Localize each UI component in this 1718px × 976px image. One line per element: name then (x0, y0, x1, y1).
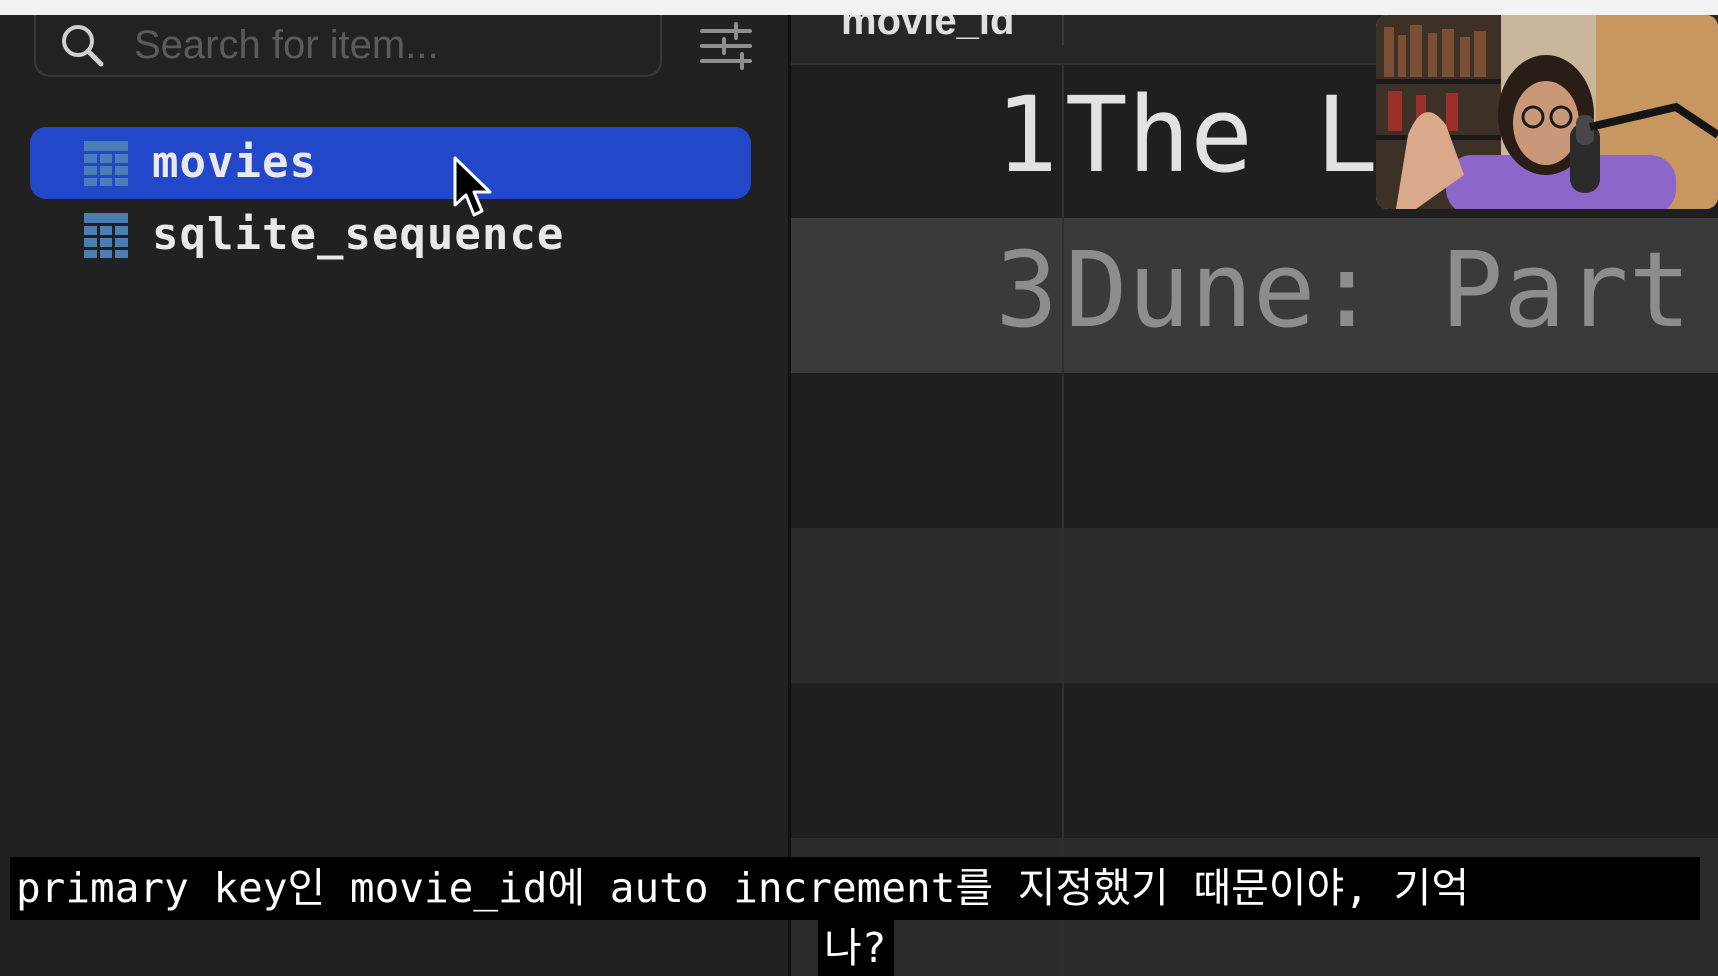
sidebar-item-label: sqlite_sequence (152, 209, 565, 260)
sidebar: movies sqlite_sequence (0, 15, 788, 976)
webcam-overlay (1376, 15, 1718, 209)
sidebar-item-label: movies (152, 137, 317, 188)
search-icon (62, 25, 104, 67)
table-row[interactable]: 3 Dune: Part (791, 218, 1718, 373)
cell-movie-id[interactable]: 1 (995, 83, 1058, 187)
table-icon (84, 213, 128, 258)
subtitle-line-2: 나? (818, 920, 894, 976)
filter-sliders-icon[interactable] (698, 19, 754, 73)
search-box[interactable] (34, 15, 662, 77)
empty-row (791, 683, 1718, 838)
mouse-cursor-icon (453, 156, 492, 217)
cell-movie-id[interactable]: 3 (995, 238, 1058, 342)
empty-row (791, 528, 1718, 683)
cell-title[interactable]: Dune: Part (1065, 238, 1691, 342)
cell-title[interactable]: The L (1065, 83, 1378, 187)
window-top-bar (0, 0, 1718, 15)
sidebar-item-sqlite-sequence[interactable]: sqlite_sequence (30, 199, 751, 271)
table-icon (84, 141, 128, 186)
column-header-movie-id[interactable]: movie_id (841, 15, 1014, 44)
column-resize-handle[interactable] (1062, 15, 1064, 45)
empty-row (791, 373, 1718, 528)
sidebar-item-movies[interactable]: movies (30, 127, 751, 199)
search-input[interactable] (132, 21, 636, 69)
subtitle-line-1: primary key인 movie_id에 auto increment를 지… (10, 857, 1700, 920)
column-separator (1062, 63, 1064, 976)
